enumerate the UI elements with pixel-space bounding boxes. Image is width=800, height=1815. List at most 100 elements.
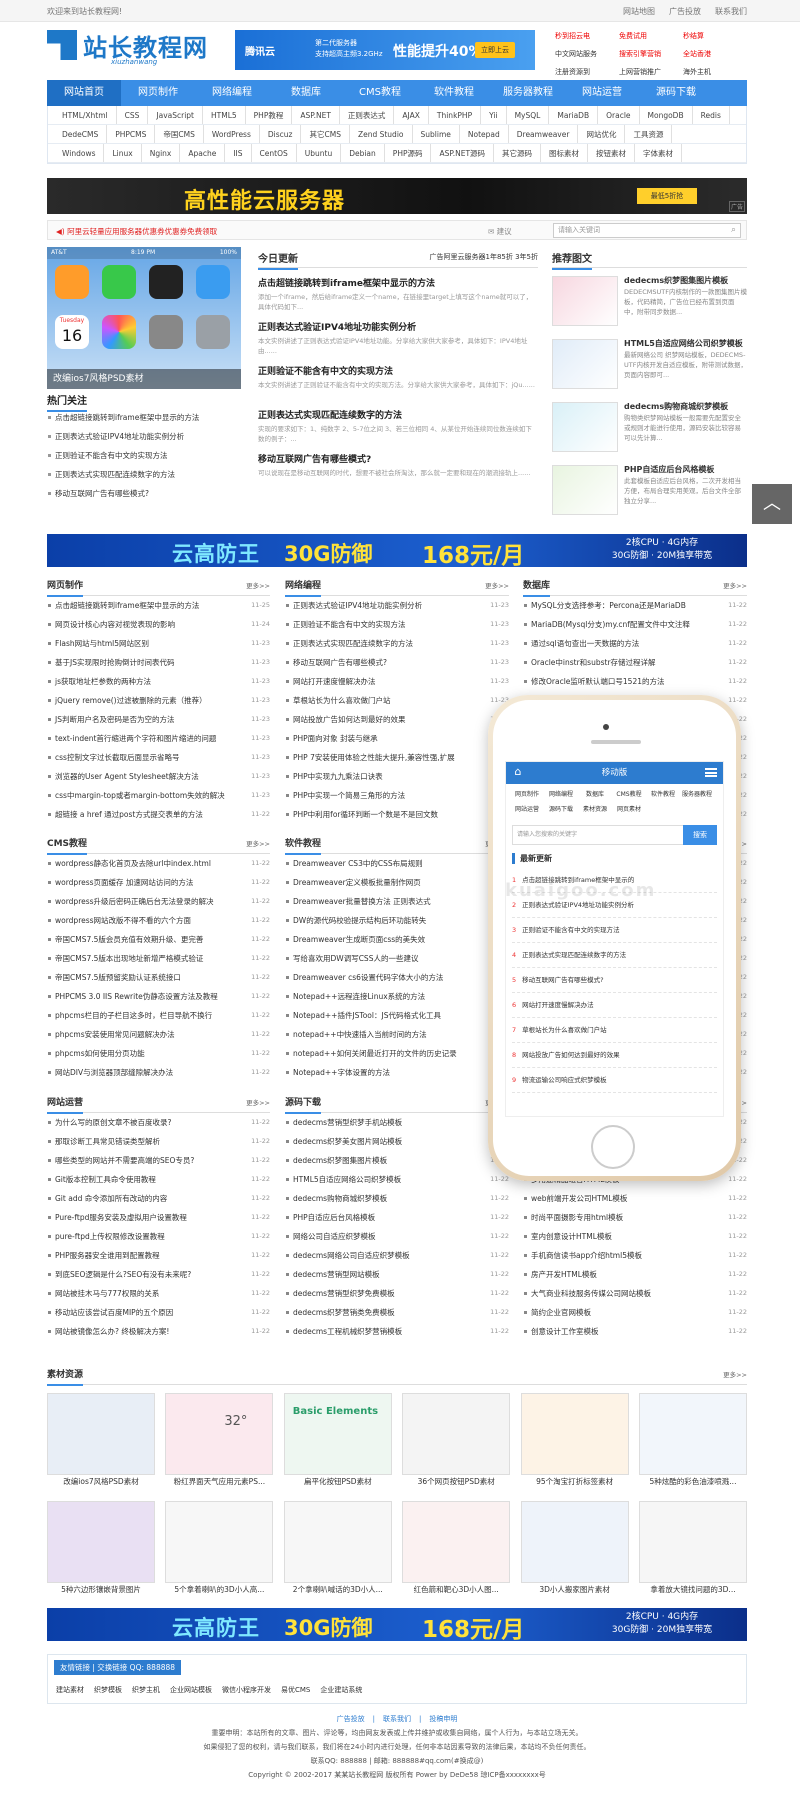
tag-link[interactable]: CentOS (252, 144, 297, 162)
list-item-title[interactable]: pure-ftpd上传权限修改设置教程 (55, 1232, 165, 1241)
mobile-list-item[interactable]: 9 物流运输公司响应式织梦模板 (512, 1068, 717, 1093)
material-title[interactable]: 5种炫酷的彩色油漆喷溅... (639, 1475, 747, 1489)
list-item[interactable]: HTML5自适应网络公司织梦模板 11-22 (285, 1170, 509, 1189)
friend-link[interactable]: 微信小程序开发 (222, 1686, 271, 1694)
material-thumbnail[interactable] (402, 1393, 511, 1475)
rec-item-title[interactable]: PHP自适应后台风格模板 (624, 464, 747, 475)
text-link[interactable]: 秒结算 (683, 30, 747, 43)
list-item-title[interactable]: PHP自适应后台风格模板 (293, 1213, 375, 1222)
list-item-title[interactable]: dedecms营销型网站模板 (293, 1270, 380, 1279)
material-card[interactable]: 36个网页按钮PSD素材 (402, 1393, 511, 1489)
list-item-title[interactable]: 那取诊断工具常见错误类型解析 (55, 1137, 160, 1146)
today-item-title[interactable]: 正则表达式实现匹配连续数字的方法 (258, 408, 538, 421)
rec-thumbnail[interactable] (552, 276, 618, 326)
list-item[interactable]: 网站被镜像怎么办? 终极解决方案! 11-22 (47, 1322, 270, 1341)
more-link[interactable]: 更多>> (723, 580, 747, 590)
mobile-list-title[interactable]: 正则表达式验证IPV4地址功能实例分析 (522, 901, 634, 909)
list-item-title[interactable]: jQuery remove()过滤被删除的元素（推荐） (55, 696, 207, 705)
mobile-list-item[interactable]: 4 正则表达式实现匹配连续数字的方法 (512, 943, 717, 968)
list-item[interactable]: Oracle中instr和substr存储过程详解 11-22 (523, 653, 747, 672)
list-item-title[interactable]: notepad++中快速插入当前时间的方法 (293, 1030, 427, 1039)
list-item-title[interactable]: Notepad++字体设置的方法 (293, 1068, 390, 1077)
more-link[interactable]: 更多>> (723, 1369, 747, 1379)
header-ad-banner[interactable]: 腾讯云 第二代服务器 支持超高主频3.2GHz 性能提升40% 立即上云 (235, 30, 535, 70)
list-item-title[interactable]: 草根站长为什么喜欢做门户站 (293, 696, 391, 705)
ad-button[interactable]: 最低5折抢 (637, 188, 697, 204)
material-card[interactable]: 32° 粉红界面天气应用元素PS... (165, 1393, 274, 1489)
material-thumbnail[interactable] (639, 1501, 747, 1583)
tag-link[interactable]: Sublime (413, 125, 460, 143)
mobile-list-item[interactable]: 6 网站打开速度慢解决办法 (512, 993, 717, 1018)
list-item[interactable]: Dreamweaver cs6设置代码字体大小的方法11-22 (285, 968, 509, 987)
friend-link[interactable]: 易优CMS (281, 1686, 310, 1694)
list-item-title[interactable]: Git add 命令添加所有改动的内容 (55, 1194, 167, 1203)
list-item-title[interactable]: 网站打开速度慢解决办法 (293, 677, 376, 686)
list-item-title[interactable]: phpcms栏目的子栏目这多时，栏目导航不换行 (55, 1011, 212, 1020)
nav-item[interactable]: 网站运营 (565, 80, 639, 106)
rec-thumbnail[interactable] (552, 339, 618, 389)
tag-link[interactable]: CSS (117, 106, 149, 124)
tag-link[interactable]: Ubuntu (297, 144, 342, 162)
list-item-title[interactable]: dedecms购物商城织梦模板 (293, 1194, 387, 1203)
material-card[interactable]: 3D小人搬家图片素材 (520, 1501, 629, 1597)
list-item[interactable]: 哪些类型的网站并不需要高端的SEO专员? 11-22 (47, 1151, 270, 1170)
tag-link[interactable]: Yii (481, 106, 507, 124)
list-item[interactable]: 移动互联网广告有哪些模式? 11-23 (285, 653, 509, 672)
list-item-title[interactable]: 室内创意设计HTML模板 (531, 1232, 612, 1241)
list-item[interactable]: 创意设计工作室模板 11-22 (523, 1322, 747, 1341)
today-item[interactable]: 移动互联网广告有哪些模式? 可以说现在是移动互联网的时代，想要不被社会所淘汰，那么… (258, 452, 538, 488)
list-item[interactable]: Dreamweaver生成断页面css的美失效11-22 (285, 930, 509, 949)
list-item[interactable]: text-indent首行缩进两个字符和图片缩进的问题 11-23 (47, 729, 270, 748)
text-link[interactable]: 中文网站服务 (555, 48, 619, 61)
list-item-title[interactable]: wordpress静态化首页及去除url中index.html (55, 859, 211, 868)
list-item-title[interactable]: 网站被挂木马与777权限的关系 (55, 1289, 159, 1298)
list-item[interactable]: 浏览器的User Agent Stylesheet解决方法 11-23 (47, 767, 270, 786)
server-ad-banner[interactable]: 高性能云服务器 最低5折抢 广告 (47, 178, 747, 214)
list-item[interactable]: 草根站长为什么喜欢做门户站 11-23 (285, 691, 509, 710)
mobile-nav-item[interactable]: 服务器教程 (680, 787, 714, 802)
list-item[interactable]: 帝国CMS7.5版本出现地址新增严格模式验证 11-22 (47, 949, 270, 968)
list-item-title[interactable]: wordpress页面缓存 加速网站访问的方法 (55, 878, 193, 887)
nav-item[interactable]: 源码下载 (639, 80, 713, 106)
mobile-nav-item[interactable]: 网页制作 (510, 787, 544, 802)
list-item[interactable]: 网站投放广告如何达到最好的效果11-22 (285, 710, 509, 729)
more-link[interactable]: 更多>> (485, 580, 509, 590)
footer-link[interactable]: 投稿申明 (429, 1715, 457, 1723)
material-title[interactable]: 3D小人搬家图片素材 (521, 1583, 629, 1597)
nav-item[interactable]: 网页制作 (121, 80, 195, 106)
list-item[interactable]: 正则验证不能含有中文的实现方法 11-23 (285, 615, 509, 634)
hot-item[interactable]: 正则验证不能含有中文的实现方法 (47, 446, 241, 465)
list-item-title[interactable]: 帝国CMS7.5版会员充值有效期升级、更完善 (55, 935, 203, 944)
material-card[interactable]: 5种炫酷的彩色油漆喷溅... (639, 1393, 747, 1489)
material-card[interactable]: 5种六边形镶嵌背景图片 (47, 1501, 155, 1597)
home-button[interactable] (591, 1125, 635, 1169)
list-item-title[interactable]: Dreamweaver生成断页面css的美失效 (293, 935, 425, 944)
list-item[interactable]: 正则表达式验证IPV4地址功能实例分析 11-23 (285, 596, 509, 615)
list-item-title[interactable]: 创意设计工作室模板 (531, 1327, 599, 1336)
tag-link[interactable]: Dreamweaver (509, 125, 579, 143)
list-item[interactable]: dedecms工程机械织梦营销模板 11-22 (285, 1322, 509, 1341)
list-item[interactable]: PHP中实现一个简易三角形的方法11-22 (285, 786, 509, 805)
rec-item[interactable]: HTML5自适应网络公司织梦模板 最新网络公司 织梦网站模板，DEDECMS-UT… (552, 336, 747, 394)
material-title[interactable]: 5个拿着喇叭的3D小人高... (165, 1583, 273, 1597)
notice-message[interactable]: ◀) 阿里云轻量应用服务器优惠券优惠券免费领取 (56, 226, 217, 237)
material-thumbnail[interactable] (520, 1501, 629, 1583)
list-item-title[interactable]: 基于JS实现限时抢购倒计时间表代码 (55, 658, 174, 667)
mobile-list-title[interactable]: 草根站长为什么喜欢做门户站 (522, 1026, 607, 1034)
material-card[interactable]: 红色箭和靶心3D小人图... (402, 1501, 511, 1597)
tag-link[interactable]: Notepad (460, 125, 509, 143)
list-item[interactable]: wordpress升级后密码正确后台无法登录的解决 11-22 (47, 892, 270, 911)
list-item[interactable]: 网站DIV与浏览器顶部缝隙解决办法 11-22 (47, 1063, 270, 1082)
tag-link[interactable]: Redis (693, 106, 730, 124)
list-item-title[interactable]: web前端开发公司HTML模板 (531, 1194, 627, 1203)
list-item[interactable]: dedecms织梦营销类免费模板 11-22 (285, 1303, 509, 1322)
list-item-title[interactable]: 简约企业官网模板 (531, 1308, 591, 1317)
text-link[interactable]: 免费试用 (619, 30, 683, 43)
list-item-title[interactable]: Pure-ftpd服务安装及虚拟用户设置教程 (55, 1213, 187, 1222)
text-link[interactable]: 秒到招云电 (555, 30, 619, 43)
list-item[interactable]: PHP中实现九九乘法口诀表11-22 (285, 767, 509, 786)
rec-item[interactable]: dedecms购物商城织梦模板 购物类织梦网站模板一般需要先配置安全或规则才能进行… (552, 399, 747, 457)
mobile-nav-item[interactable]: 素材资源 (578, 802, 612, 817)
rec-item[interactable]: dedecms织梦图集图片模板 DEDECMSUTF内核制作的一款图集图片模板，代… (552, 273, 747, 331)
list-item-title[interactable]: PHP服务器安全谁用到配置教程 (55, 1251, 160, 1260)
